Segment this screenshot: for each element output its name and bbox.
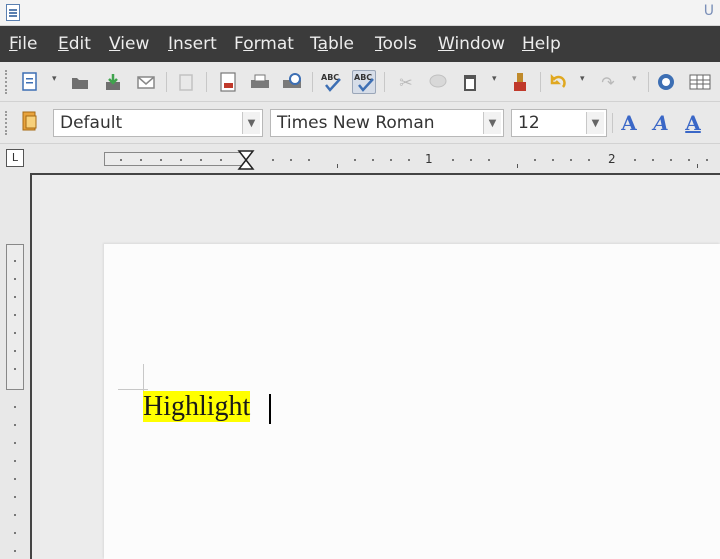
edit-file-icon[interactable] (174, 70, 198, 94)
font-name-value: Times New Roman (277, 113, 435, 133)
writer-document-icon (6, 4, 20, 21)
paragraph-style-value: Default (60, 113, 123, 133)
undo-dropdown-arrow[interactable]: ▾ (580, 74, 585, 84)
font-size-value: 12 (518, 113, 540, 133)
ruler-number: 1 (425, 152, 433, 166)
underline-button[interactable]: A (680, 110, 706, 136)
toolbar-separator (166, 72, 167, 92)
window-title-fragment: U (703, 3, 714, 19)
spellcheck-icon[interactable]: ABC (320, 70, 344, 94)
paste-dropdown-arrow[interactable]: ▾ (492, 74, 497, 84)
cut-icon[interactable]: ✂ (394, 70, 418, 94)
redo-icon[interactable]: ↷ (596, 70, 620, 94)
copy-icon[interactable] (426, 70, 450, 94)
autospellcheck-icon[interactable]: ABC (352, 70, 376, 94)
toolbar-separator (648, 72, 649, 92)
ruler-number: 2 (608, 152, 616, 166)
toolbar-separator (612, 113, 613, 133)
clone-formatting-icon[interactable] (508, 70, 532, 94)
toolbar-separator (312, 72, 313, 92)
document-text[interactable]: Highlight (143, 390, 251, 424)
menu-file[interactable]: File (9, 34, 37, 54)
toolbar-grip[interactable] (5, 70, 9, 94)
new-dropdown-arrow[interactable]: ▾ (52, 74, 57, 84)
menu-bar: File Edit View Insert Format Table Tools… (0, 26, 720, 62)
chevron-down-icon[interactable]: ▼ (586, 112, 604, 134)
export-pdf-icon[interactable] (216, 70, 240, 94)
undo-icon[interactable] (546, 70, 570, 94)
email-icon[interactable] (134, 70, 158, 94)
redo-dropdown-arrow[interactable]: ▾ (632, 74, 637, 84)
italic-button[interactable]: A (648, 110, 674, 136)
ruler-margin-strip (104, 152, 246, 166)
tab-stop-selector[interactable]: L (6, 149, 24, 167)
table-icon[interactable] (688, 70, 712, 94)
menu-table[interactable]: Table (310, 34, 354, 54)
document-workspace: L 1 2 Highlight (0, 144, 720, 559)
indent-marker-icon[interactable] (237, 150, 255, 170)
menu-edit[interactable]: Edit (58, 34, 91, 54)
highlighted-text[interactable]: Highlight (143, 391, 251, 422)
horizontal-ruler[interactable]: 1 2 (104, 150, 720, 170)
toolbar-separator (384, 72, 385, 92)
text-cursor (269, 394, 271, 424)
menu-window[interactable]: Window (438, 34, 505, 54)
new-document-icon[interactable] (18, 70, 42, 94)
navigator-icon[interactable] (654, 70, 678, 94)
standard-toolbar: ▾ ABC ABC ✂ ▾ ▾ ↷ ▾ (0, 62, 720, 102)
paragraph-style-combo[interactable]: Default ▼ (53, 109, 263, 137)
print-preview-icon[interactable] (280, 70, 304, 94)
title-bar: U (0, 0, 720, 26)
open-folder-icon[interactable] (68, 70, 92, 94)
menu-view[interactable]: View (109, 34, 149, 54)
vertical-ruler[interactable] (4, 174, 26, 559)
autospell-label-text: ABC (354, 73, 372, 82)
formatting-toolbar: Default ▼ Times New Roman ▼ 12 ▼ A A A (0, 102, 720, 144)
font-size-combo[interactable]: 12 ▼ (511, 109, 607, 137)
toolbar-separator (206, 72, 207, 92)
spell-label-text: ABC (321, 73, 339, 82)
toolbar-grip[interactable] (5, 111, 9, 135)
chevron-down-icon[interactable]: ▼ (242, 112, 260, 134)
menu-help[interactable]: Help (522, 34, 561, 54)
print-icon[interactable] (248, 70, 272, 94)
font-name-combo[interactable]: Times New Roman ▼ (270, 109, 504, 137)
bold-button[interactable]: A (616, 110, 642, 136)
paste-icon[interactable] (458, 70, 482, 94)
toolbar-separator (540, 72, 541, 92)
menu-tools[interactable]: Tools (375, 34, 417, 54)
styles-formatting-icon[interactable] (18, 110, 42, 134)
menu-format[interactable]: Format (234, 34, 294, 54)
save-icon[interactable] (101, 70, 125, 94)
menu-insert[interactable]: Insert (168, 34, 217, 54)
chevron-down-icon[interactable]: ▼ (483, 112, 501, 134)
